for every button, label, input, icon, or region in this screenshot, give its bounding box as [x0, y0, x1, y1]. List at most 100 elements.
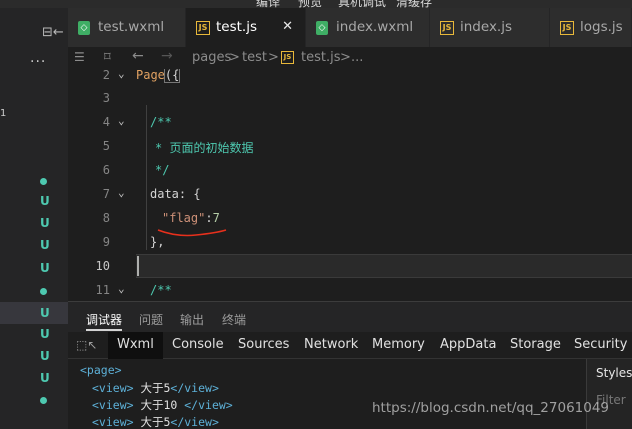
code-comment: /**	[150, 283, 172, 297]
line-number: 11	[95, 283, 110, 297]
menu-preview[interactable]: 预览	[298, 0, 322, 8]
debugger-tabs: 调试器 问题 输出 终端	[68, 301, 632, 332]
tree-node-view[interactable]: <view> 大于5</view>	[92, 414, 219, 429]
tab-problems[interactable]: 问题	[139, 311, 163, 328]
watermark: https://blog.csdn.net/qq_27061049	[372, 400, 610, 416]
fold-chevron-icon[interactable]: ⌄	[118, 114, 125, 127]
fold-chevron-icon[interactable]: ⌄	[118, 186, 125, 199]
tab-wxml[interactable]: Wxml	[108, 332, 163, 359]
tab-label: test.wxml	[98, 19, 165, 35]
tab-sources[interactable]: Sources	[238, 337, 289, 352]
code-comment: * 页面的初始数据	[155, 141, 254, 155]
line-number: 9	[102, 235, 110, 249]
close-icon[interactable]: ✕	[282, 19, 293, 34]
code-string: "flag"	[162, 211, 206, 225]
code-editor[interactable]: 2 3 4 5 6 7 8 9 10 11 ⌄ ⌄ ⌄ ⌄ Page({ /**…	[68, 69, 632, 301]
git-status-u: U	[40, 261, 50, 275]
inspect-element-icon[interactable]: ⬚↖	[76, 338, 97, 352]
fold-chevron-icon[interactable]: ⌄	[118, 69, 125, 80]
code-punct: },	[150, 235, 165, 249]
tab-test-js[interactable]: JS test.js ✕	[186, 8, 306, 47]
tab-output[interactable]: 输出	[180, 311, 204, 328]
back-arrow-icon[interactable]: ←	[132, 48, 144, 64]
line-number: 6	[102, 163, 110, 177]
tab-index-wxml[interactable]: ◇ index.wxml	[306, 8, 430, 47]
git-status-u: U	[40, 306, 50, 320]
list-icon[interactable]: ☰	[74, 50, 85, 64]
split-editor-icon[interactable]: ⊟←	[42, 25, 64, 40]
red-underline-annotation	[157, 229, 227, 237]
breadcrumb: ☰ ⌑ ← → pages > test > JS test.js > ...	[68, 47, 632, 69]
code-property: data	[150, 187, 179, 201]
tab-appdata[interactable]: AppData	[440, 337, 496, 352]
line-number: 4	[102, 115, 110, 129]
code-comment: */	[155, 163, 170, 177]
menu-device-debug[interactable]: 真机调试	[338, 0, 386, 8]
js-file-icon: JS	[560, 21, 574, 35]
line-number: 3	[102, 91, 110, 105]
line-number: 2	[102, 69, 110, 82]
line-number-current: 10	[95, 259, 110, 273]
code-punct: : {	[178, 187, 201, 201]
tree-node-page[interactable]: <page>	[80, 363, 122, 377]
tab-test-wxml[interactable]: ◇ test.wxml	[68, 8, 186, 47]
breadcrumb-file[interactable]: test.js	[301, 50, 340, 65]
tree-node-view[interactable]: <view> 大于10 </view>	[92, 397, 233, 413]
menubar: 编译 预览 真机调试 清缓存	[0, 0, 632, 8]
bookmark-icon[interactable]: ⌑	[104, 50, 111, 65]
forward-arrow-icon[interactable]: →	[161, 48, 173, 64]
git-status-u: U	[40, 327, 50, 341]
code-line-8: "flag":7	[162, 211, 220, 225]
devtools-panel-tabs: ⬚↖ Wxml Console Sources Network Memory A…	[68, 332, 632, 359]
line-number: 7	[102, 187, 110, 201]
sidebar: ⊟← ··· 1 U U U U U U U U	[0, 8, 68, 429]
tree-node-view[interactable]: <view> 大于5</view>	[92, 380, 219, 396]
tab-label: logs.js	[580, 19, 623, 35]
wxml-tree[interactable]: <page> <view> 大于5</view> <view> 大于10 </v…	[68, 359, 632, 429]
breadcrumb-pages[interactable]: pages	[192, 50, 231, 65]
styles-tab[interactable]: Styles	[596, 366, 632, 380]
git-modified-dot	[40, 178, 47, 185]
tab-network[interactable]: Network	[304, 337, 358, 352]
more-icon[interactable]: ···	[30, 54, 46, 70]
sidebar-marker: 1	[0, 108, 7, 119]
tab-logs-js[interactable]: JS logs.js	[550, 8, 632, 47]
breadcrumb-sep: >	[229, 50, 240, 65]
git-status-u: U	[40, 216, 50, 230]
code-comment: /**	[150, 115, 172, 129]
code-line-7: data: {	[150, 187, 201, 201]
wxml-file-icon: ◇	[316, 21, 328, 35]
code-number: 7	[212, 211, 220, 225]
tab-security[interactable]: Security	[574, 337, 627, 352]
sidebar-selected-row[interactable]	[0, 302, 68, 324]
code-paren: ({	[163, 69, 181, 83]
line-number: 8	[102, 211, 110, 225]
current-line-highlight	[136, 254, 632, 278]
breadcrumb-test[interactable]: test	[242, 50, 267, 65]
git-status-u: U	[40, 349, 50, 363]
tab-console[interactable]: Console	[172, 337, 224, 352]
menu-compile[interactable]: 编译	[256, 0, 280, 8]
tab-terminal[interactable]: 终端	[222, 311, 246, 328]
tab-index-js[interactable]: JS index.js	[430, 8, 550, 47]
tab-storage[interactable]: Storage	[510, 337, 561, 352]
tab-debugger[interactable]: 调试器	[86, 311, 123, 331]
breadcrumb-more[interactable]: ...	[351, 50, 363, 65]
code-punct: :	[205, 211, 213, 225]
git-modified-dot	[40, 288, 47, 295]
js-file-icon: JS	[281, 51, 294, 64]
tab-label: test.js	[216, 19, 258, 35]
fold-chevron-icon[interactable]: ⌄	[118, 282, 125, 295]
git-modified-dot	[40, 397, 47, 404]
git-status-u: U	[40, 194, 50, 208]
tab-memory[interactable]: Memory	[372, 337, 425, 352]
git-status-u: U	[40, 238, 50, 252]
js-file-icon: JS	[196, 21, 210, 35]
tab-label: index.js	[460, 19, 513, 35]
git-status-u: U	[40, 371, 50, 385]
code-keyword: Page	[136, 69, 165, 82]
menu-clear-cache[interactable]: 清缓存	[396, 0, 432, 8]
styles-pane: Styles Filter	[586, 359, 632, 429]
breadcrumb-sep: >	[340, 50, 351, 65]
indent-guide	[146, 105, 147, 250]
